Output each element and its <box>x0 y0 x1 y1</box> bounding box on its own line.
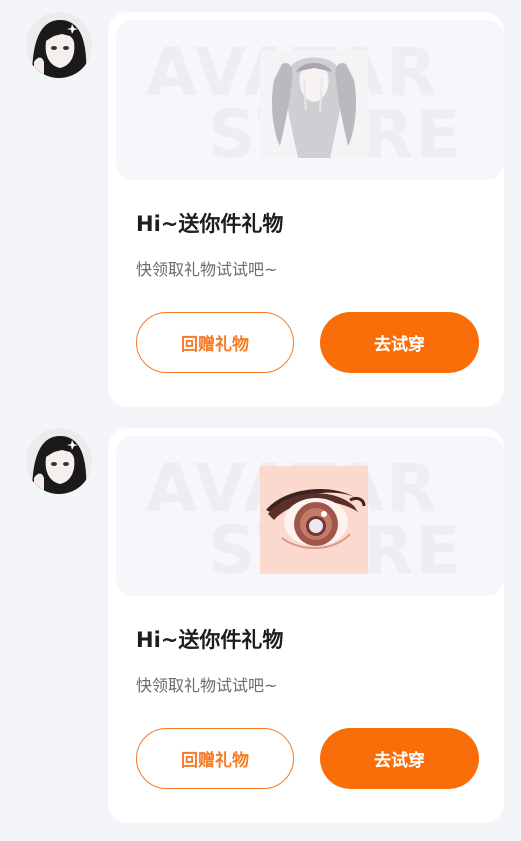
gift-banner: AVATAR STORE <box>116 20 504 180</box>
sender-avatar[interactable] <box>26 428 92 494</box>
gift-card: AVATAR STORE Hi~送你件礼物 快领取礼物试 <box>108 428 504 823</box>
gift-title: Hi~送你件礼物 <box>136 212 284 236</box>
try-on-button[interactable]: 去试穿 <box>320 728 479 789</box>
return-gift-button[interactable]: 回赠礼物 <box>136 728 294 789</box>
gift-card: AVATAR STORE Hi~送你件礼物 快领取礼物试试吧~ 回赠礼物 去试穿 <box>108 12 504 407</box>
hair-item-icon <box>260 50 368 158</box>
avatar-girl-icon <box>26 12 92 78</box>
avatar-girl-icon <box>26 428 92 494</box>
return-gift-button[interactable]: 回赠礼物 <box>136 312 294 373</box>
try-on-button[interactable]: 去试穿 <box>320 312 479 373</box>
sender-avatar[interactable] <box>26 12 92 78</box>
gift-subtitle: 快领取礼物试试吧~ <box>136 260 278 279</box>
gift-item-image <box>260 466 368 574</box>
gift-subtitle: 快领取礼物试试吧~ <box>136 676 278 695</box>
eye-item-icon <box>260 466 368 574</box>
gift-title: Hi~送你件礼物 <box>136 628 284 652</box>
gift-item-image <box>260 50 368 158</box>
gift-banner: AVATAR STORE <box>116 436 504 596</box>
